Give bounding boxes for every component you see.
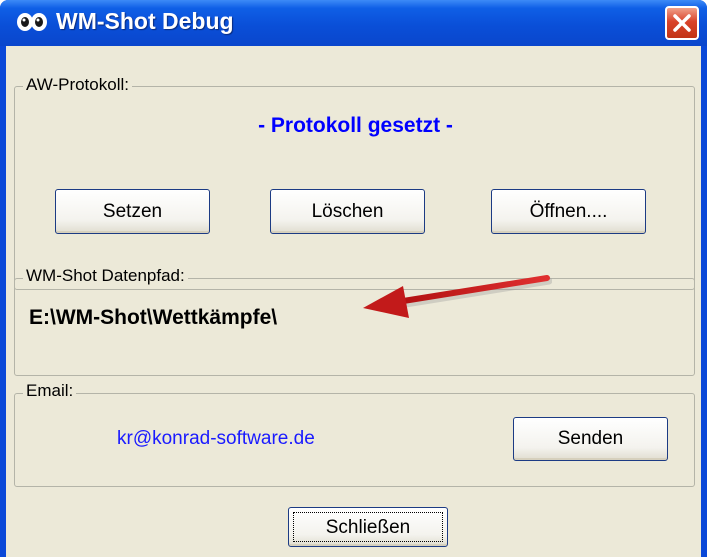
debug-window: WM-Shot Debug AW-Protokoll: - Protokoll … [0, 0, 707, 557]
datenpfad-group: WM-Shot Datenpfad: E:\WM-Shot\Wettkämpfe… [14, 266, 695, 376]
aw-protokoll-group: AW-Protokoll: - Protokoll gesetzt - Setz… [14, 75, 695, 290]
aw-protokoll-legend: AW-Protokoll: [23, 75, 132, 95]
loeschen-button[interactable]: Löschen [270, 189, 425, 234]
title-bar[interactable]: WM-Shot Debug [0, 0, 707, 46]
schliessen-button[interactable]: Schließen [288, 507, 448, 547]
dialog-client-area: AW-Protokoll: - Protokoll gesetzt - Setz… [6, 46, 701, 557]
oeffnen-button[interactable]: Öffnen.... [491, 189, 646, 234]
setzen-button[interactable]: Setzen [55, 189, 210, 234]
email-address[interactable]: kr@konrad-software.de [117, 428, 315, 450]
app-icon [17, 13, 47, 31]
close-window-button[interactable] [665, 6, 699, 40]
senden-button[interactable]: Senden [513, 417, 668, 461]
protokoll-status: - Protokoll gesetzt - [258, 114, 453, 137]
email-legend: Email: [23, 381, 77, 401]
email-group: Email: kr@konrad-software.de Senden [14, 381, 695, 487]
window-title: WM-Shot Debug [56, 8, 234, 34]
datenpfad-legend: WM-Shot Datenpfad: [23, 266, 188, 286]
annotation-arrow [363, 275, 552, 318]
schliessen-label: Schließen [325, 517, 411, 538]
close-icon [673, 14, 691, 32]
datenpfad-value: E:\WM-Shot\Wettkämpfe\ [29, 306, 278, 329]
